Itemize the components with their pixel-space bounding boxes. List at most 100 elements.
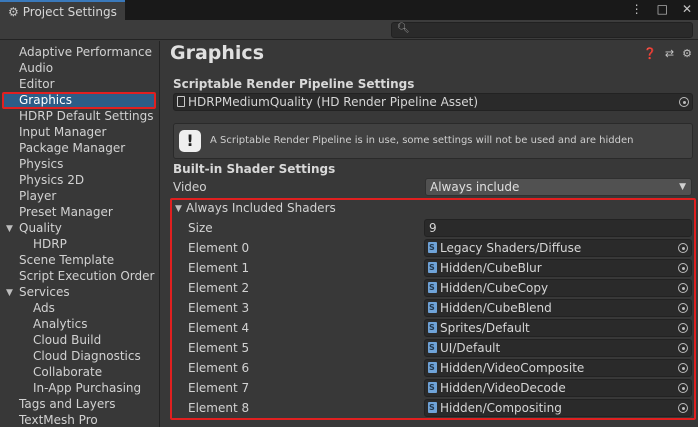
builtin-section-header: Built-in Shader Settings [173, 162, 336, 176]
settings-sidebar: Adaptive Performance Audio Editor Graphi… [0, 41, 160, 427]
sidebar-item-player[interactable]: Player [19, 188, 56, 204]
object-picker-icon[interactable] [678, 403, 688, 413]
sidebar-item-input-manager[interactable]: Input Manager [19, 124, 107, 140]
element-label: Element 6 [188, 361, 250, 375]
shader-icon [428, 240, 437, 256]
search-row: 🔍︎ [0, 20, 698, 40]
sidebar-item-adaptive-performance[interactable]: Adaptive Performance [19, 44, 152, 60]
video-dropdown[interactable]: Always include ▼ [425, 178, 692, 196]
shader-field[interactable]: Hidden/CubeBlur [424, 259, 692, 277]
shader-icon [428, 400, 437, 416]
sidebar-item-hdrp[interactable]: HDRP [33, 236, 67, 252]
sidebar-item-cloud-diagnostics[interactable]: Cloud Diagnostics [33, 348, 141, 364]
srp-section-header: Scriptable Render Pipeline Settings [173, 77, 415, 91]
maximize-icon[interactable]: □ [657, 2, 668, 16]
sidebar-item-ads[interactable]: Ads [33, 300, 55, 316]
window-tab-bar: ⚙ Project Settings ⋮ □ ✕ [0, 0, 698, 21]
shader-value: Hidden/CubeBlur [440, 261, 542, 275]
help-icon[interactable]: ❓ [643, 47, 657, 60]
object-picker-icon[interactable] [678, 383, 688, 393]
expanded-arrow-icon[interactable]: ▼ [175, 204, 182, 214]
sidebar-item-audio[interactable]: Audio [19, 60, 53, 76]
shader-field[interactable]: Hidden/VideoDecode [424, 379, 692, 397]
shader-value: Sprites/Default [440, 321, 530, 335]
always-included-label[interactable]: Always Included Shaders [186, 201, 336, 215]
sidebar-item-hdrp-default-settings[interactable]: HDRP Default Settings [19, 108, 154, 124]
asset-icon [177, 96, 185, 107]
sidebar-item-script-execution-order[interactable]: Script Execution Order [19, 268, 154, 284]
more-menu-icon[interactable]: ⋮ [631, 2, 643, 16]
shader-icon [428, 340, 437, 356]
object-picker-icon[interactable] [678, 243, 688, 253]
object-picker-icon[interactable] [679, 97, 689, 107]
shader-value: Hidden/CubeCopy [440, 281, 549, 295]
settings-icon[interactable]: ⚙ [682, 47, 692, 60]
shader-icon [428, 260, 437, 276]
object-picker-icon[interactable] [678, 363, 688, 373]
sidebar-item-physics[interactable]: Physics [19, 156, 63, 172]
sidebar-item-physics-2d[interactable]: Physics 2D [19, 172, 84, 188]
preset-icon[interactable]: ⇄ [665, 47, 674, 60]
shader-value: Hidden/VideoDecode [440, 381, 566, 395]
sidebar-item-collaborate[interactable]: Collaborate [33, 364, 102, 380]
shader-field[interactable]: Sprites/Default [424, 319, 692, 337]
shader-icon [428, 380, 437, 396]
sidebar-item-quality[interactable]: Quality [19, 220, 62, 236]
shader-field[interactable]: Hidden/CubeCopy [424, 279, 692, 297]
sidebar-item-package-manager[interactable]: Package Manager [19, 140, 125, 156]
srp-asset-field[interactable]: HDRPMediumQuality (HD Render Pipeline As… [173, 93, 693, 111]
project-settings-tab[interactable]: ⚙ Project Settings [0, 0, 125, 21]
window-controls: ⋮ □ ✕ [631, 2, 692, 16]
shader-field[interactable]: Hidden/VideoComposite [424, 359, 692, 377]
element-label: Element 3 [188, 301, 250, 315]
search-input[interactable]: 🔍︎ [391, 22, 693, 38]
object-picker-icon[interactable] [678, 303, 688, 313]
element-label: Element 8 [188, 401, 250, 415]
sidebar-item-in-app-purchasing[interactable]: In-App Purchasing [33, 380, 141, 396]
sidebar-item-analytics[interactable]: Analytics [33, 316, 88, 332]
page-title: Graphics [170, 42, 264, 64]
chevron-down-icon: ▼ [679, 182, 686, 192]
settings-main-panel: Graphics ❓ ⇄ ⚙ Scriptable Render Pipelin… [161, 41, 698, 427]
sidebar-item-scene-template[interactable]: Scene Template [19, 252, 114, 268]
sidebar-item-preset-manager[interactable]: Preset Manager [19, 204, 113, 220]
sidebar-item-services[interactable]: Services [19, 284, 70, 300]
object-picker-icon[interactable] [678, 343, 688, 353]
gear-icon: ⚙ [8, 4, 19, 19]
expanded-arrow-icon[interactable]: ▼ [6, 224, 13, 234]
object-picker-icon[interactable] [678, 323, 688, 333]
sidebar-item-tags-and-layers[interactable]: Tags and Layers [19, 396, 115, 412]
close-icon[interactable]: ✕ [682, 2, 692, 16]
sidebar-item-textmesh-pro[interactable]: TextMesh Pro [19, 412, 98, 427]
shader-value: Hidden/Compositing [440, 401, 562, 415]
search-icon: 🔍︎ [397, 23, 410, 34]
object-picker-icon[interactable] [678, 283, 688, 293]
sidebar-item-editor[interactable]: Editor [19, 76, 55, 92]
shader-value: Legacy Shaders/Diffuse [440, 241, 582, 255]
help-box: ! A Scriptable Render Pipeline is in use… [173, 123, 693, 159]
srp-asset-value: HDRPMediumQuality (HD Render Pipeline As… [188, 95, 479, 109]
header-icons: ❓ ⇄ ⚙ [643, 47, 692, 60]
shader-value: UI/Default [440, 341, 501, 355]
object-picker-icon[interactable] [678, 263, 688, 273]
element-label: Element 0 [188, 241, 250, 255]
size-label: Size [188, 221, 213, 235]
shader-field[interactable]: UI/Default [424, 339, 692, 357]
element-label: Element 4 [188, 321, 250, 335]
shader-icon [428, 360, 437, 376]
element-label: Element 1 [188, 261, 250, 275]
sidebar-item-graphics[interactable]: Graphics [2, 92, 156, 109]
video-label: Video [173, 180, 207, 194]
expanded-arrow-icon[interactable]: ▼ [6, 288, 13, 298]
help-message: A Scriptable Render Pipeline is in use, … [210, 135, 634, 146]
element-label: Element 7 [188, 381, 250, 395]
sidebar-item-cloud-build[interactable]: Cloud Build [33, 332, 101, 348]
shader-field[interactable]: Hidden/CubeBlend [424, 299, 692, 317]
shader-icon [428, 320, 437, 336]
shader-value: Hidden/VideoComposite [440, 361, 585, 375]
shader-field[interactable]: Hidden/Compositing [424, 399, 692, 417]
shader-value: Hidden/CubeBlend [440, 301, 552, 315]
shader-field[interactable]: Legacy Shaders/Diffuse [424, 239, 692, 257]
size-field[interactable]: 9 [424, 219, 692, 237]
shader-icon [428, 300, 437, 316]
